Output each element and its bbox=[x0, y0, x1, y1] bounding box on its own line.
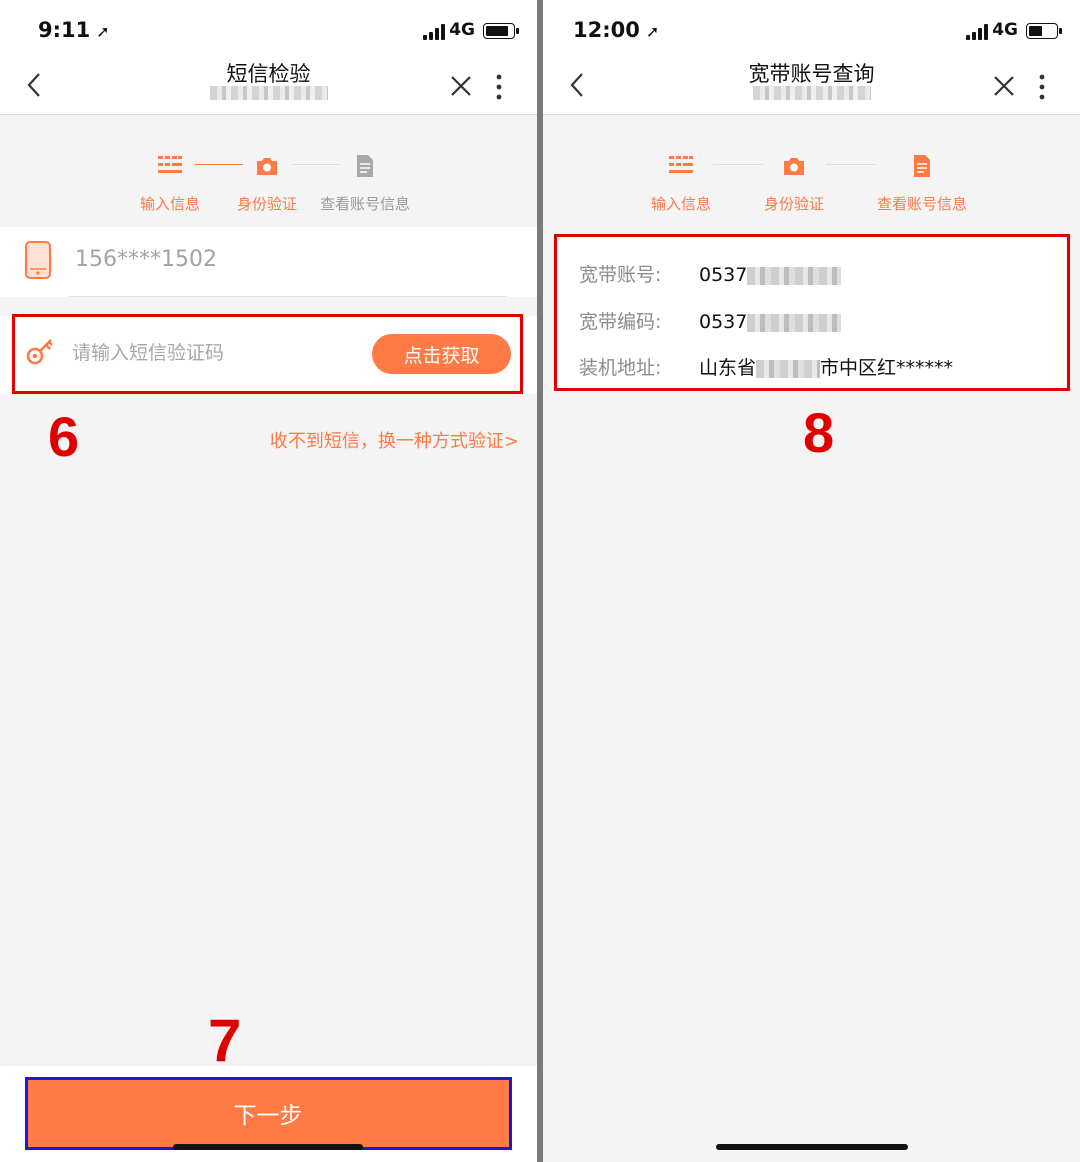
close-icon[interactable] bbox=[449, 74, 473, 98]
more-icon[interactable] bbox=[495, 74, 503, 100]
keyboard-icon bbox=[669, 156, 693, 173]
sms-verification-screen: 9:11 ➚ 4G 短信检验 输入信息 身份验证 查看账号信息 156****15… bbox=[0, 0, 537, 1162]
signal-icon bbox=[423, 24, 447, 40]
document-icon bbox=[914, 155, 930, 177]
close-icon[interactable] bbox=[992, 74, 1016, 98]
status-time: 12:00 ➚ bbox=[573, 18, 660, 42]
keyboard-icon bbox=[158, 156, 182, 173]
home-indicator bbox=[173, 1144, 363, 1150]
location-arrow-icon: ➚ bbox=[645, 22, 660, 41]
step-identity-verify: 身份验证 bbox=[236, 153, 298, 214]
alternative-verify-link[interactable]: 收不到短信，换一种方式验证> bbox=[270, 427, 519, 453]
phone-number-row: 156****1502 bbox=[0, 227, 537, 297]
step-identity-verify: 身份验证 bbox=[763, 153, 825, 214]
nav-bar: 短信检验 bbox=[0, 60, 537, 115]
next-step-button[interactable]: 下一步 bbox=[27, 1079, 509, 1147]
document-icon bbox=[357, 155, 373, 177]
battery-icon bbox=[483, 23, 519, 39]
step-label: 输入信息 bbox=[139, 195, 200, 213]
step-label: 身份验证 bbox=[236, 195, 297, 213]
battery-icon bbox=[1026, 23, 1062, 39]
annotation-number-6: 6 bbox=[48, 405, 80, 468]
nav-bar: 宽带账号查询 bbox=[543, 60, 1080, 115]
blurred-subtitle bbox=[752, 86, 871, 100]
progress-steps: 输入信息 身份验证 查看账号信息 bbox=[0, 116, 537, 226]
step-view-account: 查看账号信息 bbox=[318, 153, 412, 214]
step-label: 输入信息 bbox=[650, 195, 711, 213]
step-connector bbox=[713, 164, 763, 165]
annotation-number-7: 7 bbox=[208, 1007, 242, 1074]
broadband-query-screen: 12:00 ➚ 4G 宽带账号查询 输入信息 身份验证 查看账号信息 宽带账号: 0… bbox=[543, 0, 1080, 1162]
step-label: 查看账号信息 bbox=[876, 195, 967, 213]
status-time: 9:11 ➚ bbox=[38, 18, 110, 42]
camera-icon bbox=[257, 158, 277, 175]
step-input-info: 输入信息 bbox=[139, 153, 201, 214]
network-type: 4G bbox=[992, 20, 1018, 40]
status-bar: 9:11 ➚ 4G bbox=[0, 0, 537, 60]
status-bar: 12:00 ➚ 4G bbox=[543, 0, 1080, 60]
camera-icon bbox=[784, 158, 804, 175]
step-view-account: 查看账号信息 bbox=[875, 153, 969, 214]
annotation-number-8: 8 bbox=[803, 401, 835, 464]
location-arrow-icon: ➚ bbox=[96, 22, 110, 41]
phone-number: 156****1502 bbox=[75, 247, 217, 272]
home-indicator bbox=[716, 1144, 908, 1150]
step-connector bbox=[826, 164, 876, 165]
more-icon[interactable] bbox=[1038, 74, 1046, 100]
annotation-box-8 bbox=[554, 234, 1070, 391]
phone-icon bbox=[25, 241, 51, 279]
divider bbox=[68, 296, 507, 297]
blurred-subtitle bbox=[209, 86, 328, 100]
step-input-info: 输入信息 bbox=[650, 153, 712, 214]
network-type: 4G bbox=[449, 20, 475, 40]
step-label: 身份验证 bbox=[763, 195, 824, 213]
signal-icon bbox=[966, 24, 990, 40]
annotation-box-6 bbox=[12, 314, 523, 394]
progress-steps: 输入信息 身份验证 查看账号信息 bbox=[543, 116, 1080, 226]
step-label: 查看账号信息 bbox=[319, 195, 410, 213]
